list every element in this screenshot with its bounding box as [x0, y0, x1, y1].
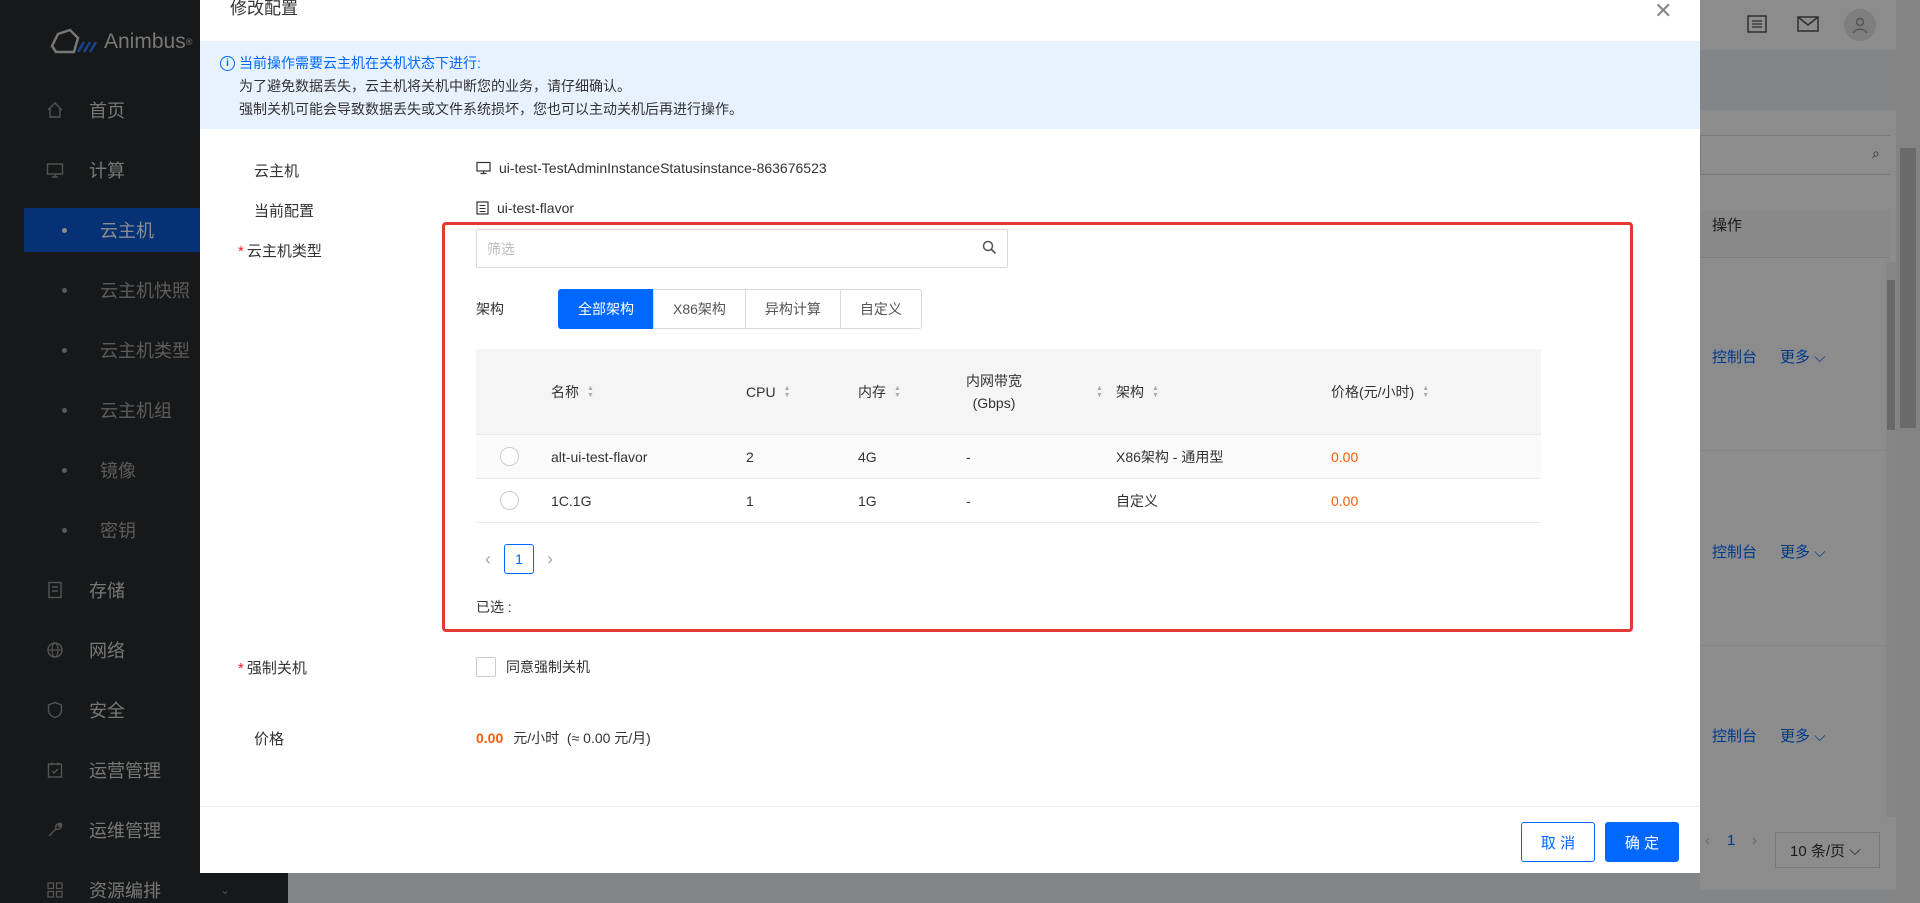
cell-arch: X86架构 - 通用型	[1116, 449, 1224, 465]
instance-label: 云主机	[254, 163, 300, 180]
page-number[interactable]: 1	[504, 544, 534, 574]
modal-title: 修改配置	[230, 0, 298, 18]
column-header-bandwidth[interactable]: 内网带宽 (Gbps)	[966, 349, 1022, 435]
arch-label: 架构	[476, 301, 504, 317]
confirm-button[interactable]: 确 定	[1605, 822, 1679, 862]
sort-icon[interactable]: ▲ ▼	[784, 385, 791, 399]
cell-name: 1C.1G	[551, 493, 592, 509]
sort-icon[interactable]: ▲ ▼	[1152, 385, 1159, 399]
alert-headline: i 当前操作需要云主机在关机状态下进行:	[220, 53, 481, 73]
column-header-price[interactable]: 价格(元/小时) ▲ ▼	[1331, 349, 1429, 435]
flavor-type-label: * 云主机类型	[238, 240, 322, 261]
next-page-icon[interactable]: ›	[542, 549, 558, 570]
cell-memory: 4G	[858, 449, 877, 465]
column-header-cpu[interactable]: CPU ▲ ▼	[746, 349, 791, 435]
column-header-label: 内网带宽	[966, 373, 1022, 389]
cell-bandwidth: -	[966, 493, 971, 509]
flavor-pagination: ‹ 1 ›	[480, 544, 558, 574]
current-flavor-name: ui-test-flavor	[497, 200, 575, 216]
column-header-label: 价格(元/小时)	[1331, 384, 1415, 400]
table-header: 名称 ▲ ▼ CPU ▲ ▼ 内存 ▲ ▼ 内网带宽 (Gbps) ▲ ▼ 架构 ▲ ▼ 价格(元…	[476, 349, 1541, 435]
column-header-unit: (Gbps)	[972, 395, 1016, 411]
instance-name: ui-test-TestAdminInstanceStatusinstance-…	[499, 160, 827, 176]
arch-tab-heterogeneous[interactable]: 异构计算	[744, 289, 841, 329]
sort-icon[interactable]: ▲ ▼	[894, 385, 901, 399]
flavor-table: 名称 ▲ ▼ CPU ▲ ▼ 内存 ▲ ▼ 内网带宽 (Gbps) ▲ ▼ 架构 ▲ ▼ 价格(元…	[476, 349, 1541, 523]
force-shutdown-checkbox[interactable]	[476, 657, 496, 677]
alert-line-3: 强制关机可能会导致数据丢失或文件系统损坏，您也可以主动关机后再进行操作。	[239, 101, 743, 117]
sort-icon[interactable]: ▲ ▼	[1096, 385, 1103, 399]
modal-footer: 取 消 确 定	[200, 806, 1700, 873]
price-monthly: (≈ 0.00 元/月)	[566, 730, 651, 746]
prev-page-icon[interactable]: ‹	[480, 549, 496, 570]
current-flavor-label: 当前配置	[254, 203, 315, 220]
cell-price: 0.00	[1331, 449, 1359, 465]
arch-tab-custom[interactable]: 自定义	[839, 289, 922, 329]
required-asterisk: *	[238, 660, 244, 677]
column-header-name[interactable]: 名称 ▲ ▼	[551, 349, 594, 435]
cancel-button[interactable]: 取 消	[1521, 822, 1595, 862]
close-icon[interactable]: ✕	[1654, 0, 1672, 24]
sort-icon[interactable]: ▲ ▼	[1422, 385, 1429, 399]
required-asterisk: *	[238, 243, 244, 260]
column-header-label: CPU	[746, 384, 776, 400]
info-alert: i 当前操作需要云主机在关机状态下进行: 为了避免数据丢失，云主机将关机中断您的业…	[200, 41, 1700, 129]
sort-icon[interactable]: ▲ ▼	[587, 385, 594, 399]
force-shutdown-label: * 强制关机	[238, 657, 307, 678]
arch-tab-all[interactable]: 全部架构	[558, 289, 654, 329]
cell-price: 0.00	[1331, 493, 1359, 509]
cell-cpu: 1	[746, 493, 754, 509]
force-shutdown-checkbox-label[interactable]: 同意强制关机	[506, 657, 590, 677]
cell-memory: 1G	[858, 493, 877, 509]
price-label: 价格	[254, 731, 285, 748]
column-header-label: 架构	[1116, 384, 1144, 400]
column-header-memory[interactable]: 内存 ▲ ▼	[858, 349, 901, 435]
cell-arch: 自定义	[1116, 493, 1158, 509]
arch-filter-tabs: 全部架构 X86架构 异构计算 自定义	[558, 289, 922, 329]
search-input[interactable]	[477, 230, 957, 267]
flavor-type-label-text: 云主机类型	[246, 243, 322, 260]
table-row[interactable]: alt-ui-test-flavor 2 4G - X86架构 - 通用型 0.…	[476, 435, 1541, 479]
bandwidth-sort[interactable]: ▲ ▼	[1088, 349, 1103, 435]
column-header-arch[interactable]: 架构 ▲ ▼	[1116, 349, 1159, 435]
price-unit: 元/小时	[513, 730, 560, 746]
info-icon: i	[220, 55, 235, 71]
current-flavor-value: ui-test-flavor	[476, 200, 574, 216]
cell-cpu: 2	[746, 449, 754, 465]
search-icon[interactable]	[982, 240, 997, 258]
alert-line-2: 为了避免数据丢失，云主机将关机中断您的业务，请仔细确认。	[239, 78, 631, 94]
alert-line-1: 当前操作需要云主机在关机状态下进行:	[239, 55, 481, 71]
column-header-label: 名称	[551, 384, 579, 400]
row-radio[interactable]	[500, 491, 519, 510]
instance-value: ui-test-TestAdminInstanceStatusinstance-…	[476, 160, 827, 176]
force-shutdown-label-text: 强制关机	[246, 660, 307, 677]
selected-label: 已选 :	[476, 599, 512, 615]
price-display: 0.00 元/小时 (≈ 0.00 元/月)	[476, 728, 651, 748]
flavor-search[interactable]	[476, 229, 1008, 268]
flavor-icon	[476, 201, 489, 215]
modify-config-modal: 修改配置 ✕ i 当前操作需要云主机在关机状态下进行: 为了避免数据丢失，云主机将…	[200, 0, 1700, 873]
cell-bandwidth: -	[966, 449, 971, 465]
price-value: 0.00	[476, 730, 504, 746]
monitor-icon	[476, 161, 491, 175]
table-row[interactable]: 1C.1G 1 1G - 自定义 0.00	[476, 479, 1541, 523]
row-radio[interactable]	[500, 447, 519, 466]
column-header-label: 内存	[858, 384, 886, 400]
arch-tab-x86[interactable]: X86架构	[653, 289, 746, 329]
cell-name: alt-ui-test-flavor	[551, 449, 648, 465]
